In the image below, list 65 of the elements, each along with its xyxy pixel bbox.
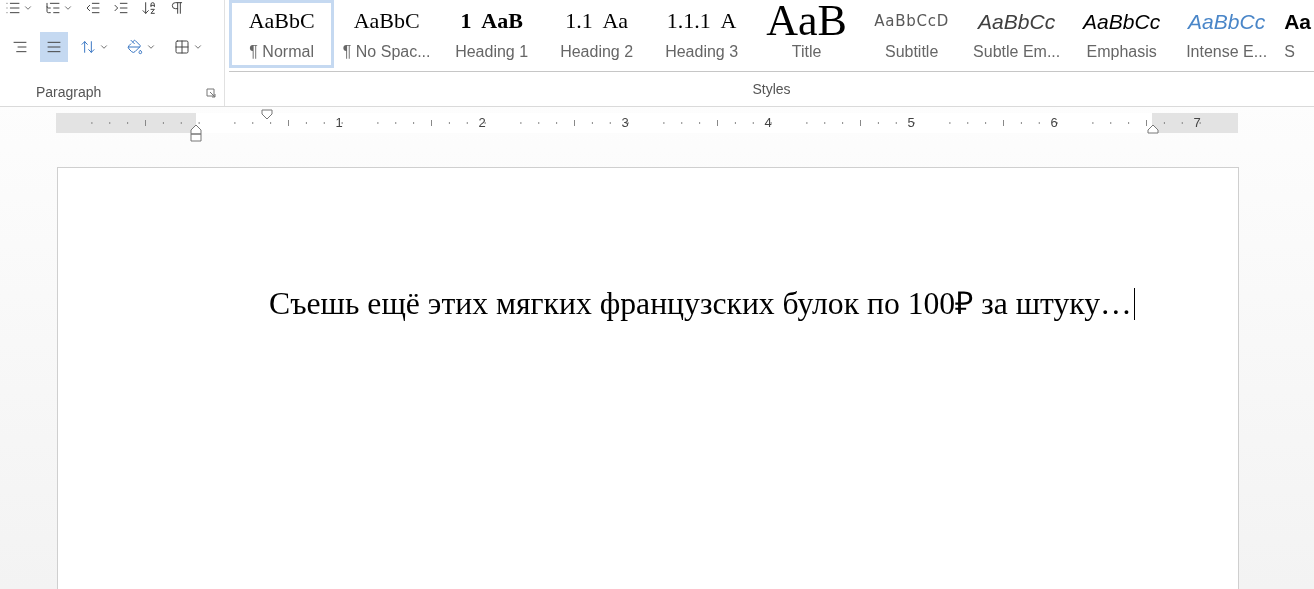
style-item[interactable]: Aa S — [1279, 0, 1314, 68]
style-item[interactable]: AaBbCc Subtle Em... — [964, 0, 1070, 68]
style-item[interactable]: 1.1 Aa Heading 2 — [544, 0, 650, 68]
style-name: ¶ No Spac... — [342, 42, 431, 62]
sort-icon[interactable] — [141, 0, 157, 16]
style-preview: AaBbCc — [1188, 8, 1266, 35]
style-name: Emphasis — [1086, 42, 1157, 62]
first-line-indent-icon[interactable] — [261, 109, 273, 121]
style-preview: AaBbCc — [1083, 8, 1161, 35]
text-cursor — [1133, 287, 1135, 320]
justify-icon — [46, 39, 62, 55]
right-indent-icon[interactable] — [1147, 124, 1159, 134]
ruler-number: 7 — [1193, 114, 1201, 132]
ruler-number: 6 — [1050, 114, 1058, 132]
style-preview: AaBbCc — [978, 8, 1056, 35]
style-item[interactable]: AaBbC ¶ Normal — [229, 0, 335, 68]
ruler-number: 5 — [907, 114, 915, 132]
style-preview: 1.1.1 A — [666, 7, 737, 35]
style-name: Title — [791, 42, 822, 62]
paint-bucket-icon — [127, 39, 143, 55]
style-item[interactable]: 1.1.1 A Heading 3 — [649, 0, 755, 68]
style-name: Subtle Em... — [973, 42, 1061, 62]
ruler-number: 4 — [764, 114, 772, 132]
caret-icon[interactable] — [23, 3, 33, 13]
style-name: Intense E... — [1186, 42, 1268, 62]
line-spacing-icon — [80, 39, 96, 55]
style-item[interactable]: AaBbC ¶ No Spac... — [334, 0, 440, 68]
style-name: Heading 2 — [560, 42, 634, 62]
multilevel-list-icon[interactable] — [45, 0, 61, 16]
align-right-icon — [12, 39, 28, 55]
style-preview: Aa — [1284, 8, 1311, 35]
caret-icon — [146, 42, 156, 52]
style-name: ¶ Normal — [249, 42, 314, 62]
group-label: Paragraph — [36, 83, 102, 102]
style-preview: AaBbC — [248, 7, 315, 35]
style-item[interactable]: AaBbCcD Subtitle — [859, 0, 965, 68]
group-label: Styles — [752, 79, 791, 99]
style-name: Subtitle — [884, 42, 939, 62]
pilcrow-icon[interactable] — [169, 0, 185, 16]
justify-button[interactable] — [40, 32, 68, 62]
style-item[interactable]: AaB Title — [754, 0, 860, 68]
caret-icon — [99, 42, 109, 52]
dialog-launcher-icon[interactable] — [206, 87, 217, 98]
caret-icon[interactable] — [63, 3, 73, 13]
style-name: Heading 1 — [455, 42, 529, 62]
style-preview: AaBbC — [353, 7, 420, 35]
style-item[interactable]: 1 AaB Heading 1 — [439, 0, 545, 68]
left-indent-icon[interactable] — [190, 124, 202, 142]
decrease-indent-icon[interactable] — [85, 0, 101, 16]
borders-icon — [174, 39, 190, 55]
ruler-number: 2 — [478, 114, 486, 132]
style-item[interactable]: AaBbCc Intense E... — [1174, 0, 1280, 68]
increase-indent-icon[interactable] — [113, 0, 129, 16]
style-name: S — [1284, 42, 1295, 62]
document-text: Съешь ещё этих мягких французских булок по 100₽ за штуку… — [269, 285, 1132, 323]
style-item[interactable]: AaBbCc Emphasis — [1069, 0, 1175, 68]
caret-icon — [193, 42, 203, 52]
bullet-list-icon[interactable] — [5, 0, 21, 16]
ruler-number: 3 — [621, 114, 629, 132]
ruler-number: 1 — [335, 114, 343, 132]
style-preview: 1.1 Aa — [565, 7, 629, 35]
style-preview: AaBbCcD — [874, 10, 950, 32]
style-preview: AaB — [766, 3, 847, 39]
style-name: Heading 3 — [665, 42, 739, 62]
style-preview: 1 AaB — [460, 7, 523, 35]
